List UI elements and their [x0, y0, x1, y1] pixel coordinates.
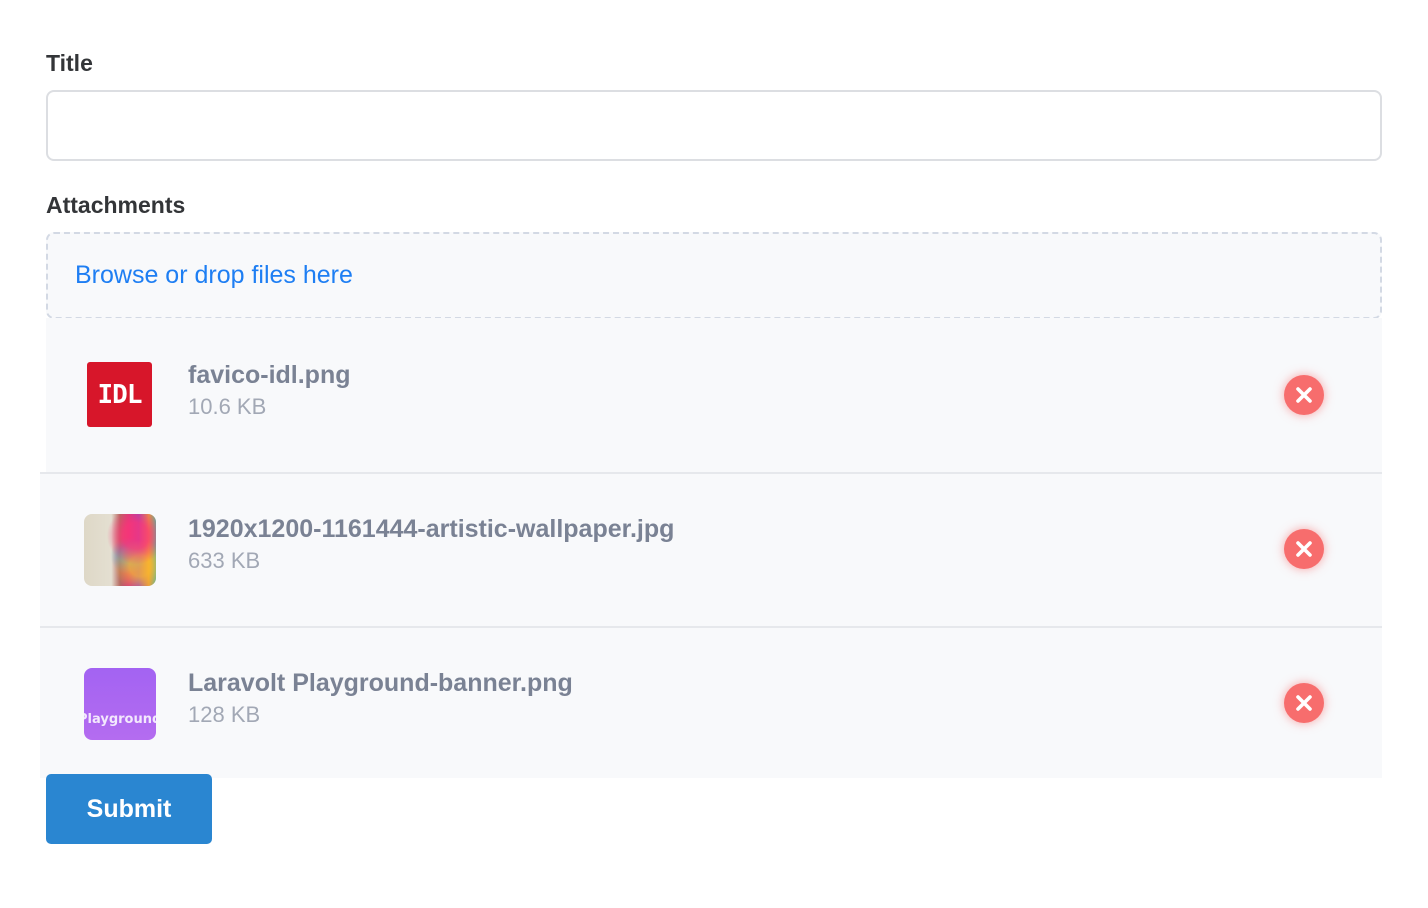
browse-files-link[interactable]: Browse or drop files here — [75, 261, 353, 290]
upload-form: Title Attachments Browse or drop files h… — [40, 46, 1382, 844]
attachment-list: IDL favico-idl.png 10.6 KB 1920x1200-116… — [40, 318, 1382, 778]
title-label: Title — [46, 50, 93, 76]
attachments-label: Attachments — [46, 192, 186, 218]
file-name: 1920x1200-1161444-artistic-wallpaper.jpg — [188, 515, 675, 543]
remove-file-button[interactable] — [1284, 683, 1324, 723]
file-thumbnail: Playground — [84, 668, 156, 740]
file-size: 128 KB — [188, 702, 261, 727]
file-name: Laravolt Playground-banner.png — [188, 669, 573, 697]
attachment-item: Playground Laravolt Playground-banner.pn… — [40, 626, 1382, 778]
thumbnail-logo-text: IDL — [97, 379, 143, 410]
thumbnail-banner-text: Playground — [84, 712, 156, 727]
close-icon — [1296, 541, 1312, 557]
file-thumbnail — [84, 514, 156, 586]
file-dropzone[interactable]: Browse or drop files here — [46, 232, 1382, 319]
file-size: 10.6 KB — [188, 394, 267, 419]
close-icon — [1296, 387, 1312, 403]
submit-button[interactable]: Submit — [46, 774, 212, 844]
attachment-item: IDL favico-idl.png 10.6 KB — [46, 318, 1382, 472]
remove-file-button[interactable] — [1284, 529, 1324, 569]
close-icon — [1296, 695, 1312, 711]
file-thumbnail: IDL — [87, 362, 152, 427]
attachment-item: 1920x1200-1161444-artistic-wallpaper.jpg… — [40, 472, 1382, 626]
file-size: 633 KB — [188, 548, 261, 573]
file-name: favico-idl.png — [188, 361, 351, 389]
title-input[interactable] — [46, 90, 1382, 161]
remove-file-button[interactable] — [1284, 375, 1324, 415]
